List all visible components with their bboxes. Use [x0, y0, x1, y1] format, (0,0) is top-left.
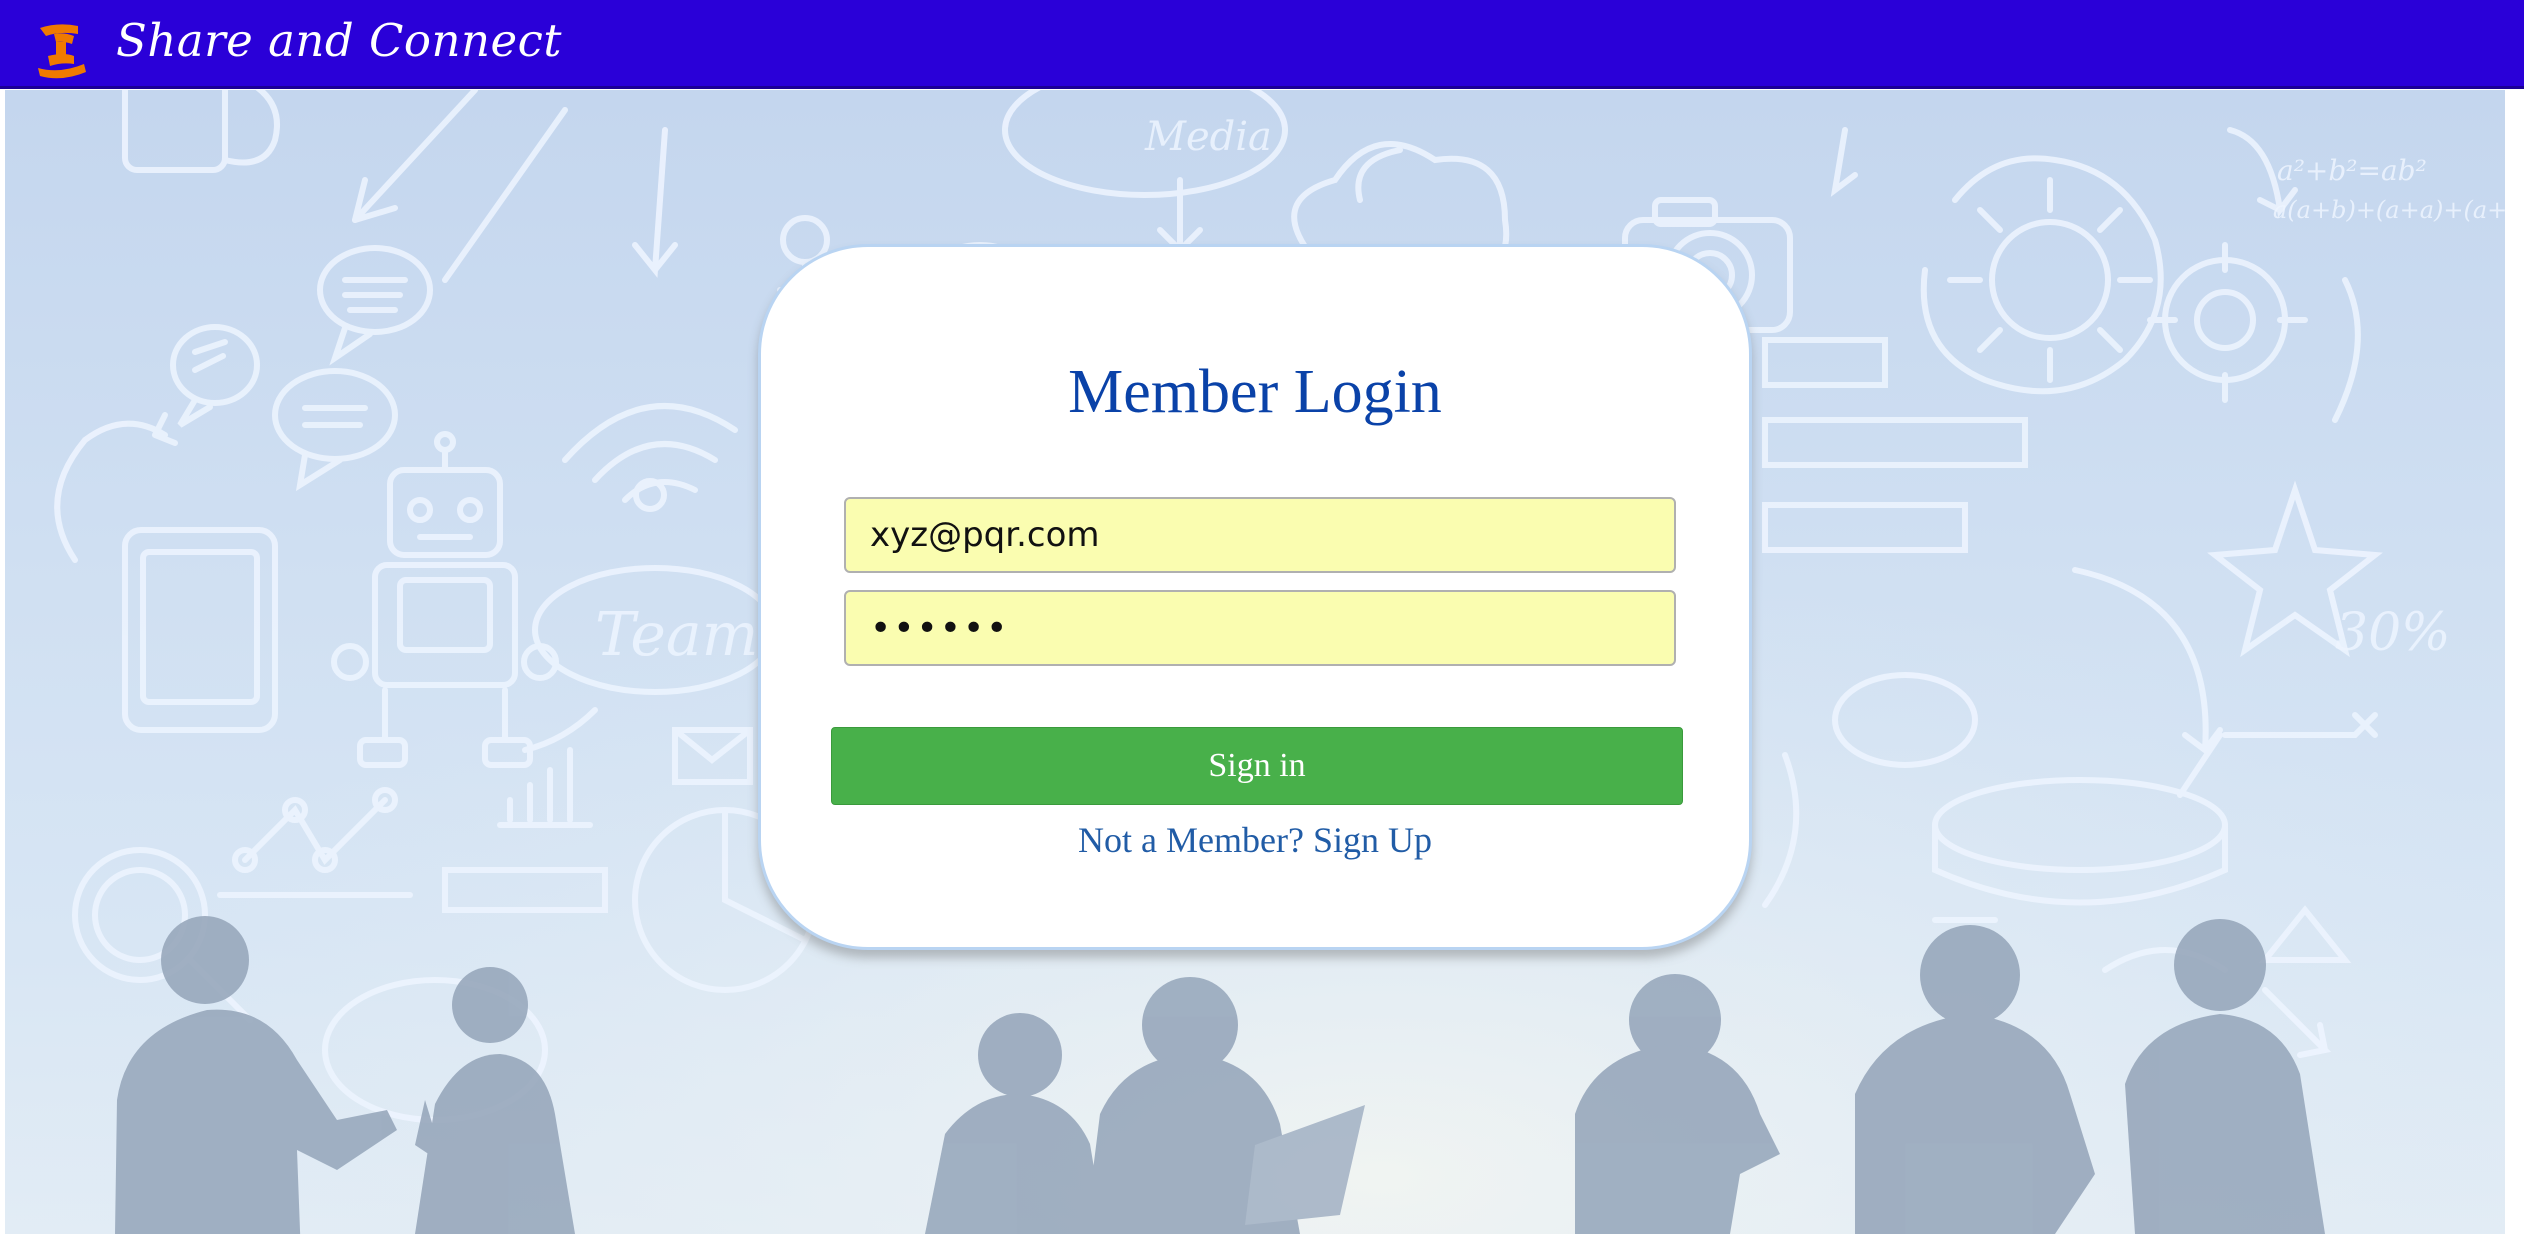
email-field[interactable]: xyz@pqr.com [844, 497, 1676, 573]
page-margin-strip [2505, 90, 2536, 1234]
password-field-value: •••••• [870, 607, 1010, 649]
percent-doodle-text: 30% [2335, 603, 2451, 663]
sign-in-button[interactable]: Sign in [831, 727, 1683, 805]
hands-share-icon[interactable] [34, 20, 90, 80]
brand-title[interactable]: Share and Connect [116, 14, 562, 67]
password-field[interactable]: •••••• [844, 590, 1676, 666]
login-title: Member Login [1068, 358, 1442, 426]
login-card: Member Login xyz@pqr.com •••••• Sign in … [758, 244, 1752, 950]
email-field-value: xyz@pqr.com [870, 515, 1100, 555]
media-doodle-text: Media [1144, 114, 1272, 160]
top-navbar: Share and Connect [0, 0, 2524, 89]
formula-text-line2: a(a+b)+(a+a)+(a+b) [2273, 196, 2505, 224]
sign-up-link[interactable]: Not a Member? Sign Up [761, 819, 1749, 861]
page: Share and Connect a²+b²=ab² a(a+b)+(a+a)… [0, 0, 2536, 1234]
formula-text-line1: a²+b²=ab² [2277, 154, 2427, 187]
sign-in-button-label: Sign in [1208, 747, 1306, 784]
